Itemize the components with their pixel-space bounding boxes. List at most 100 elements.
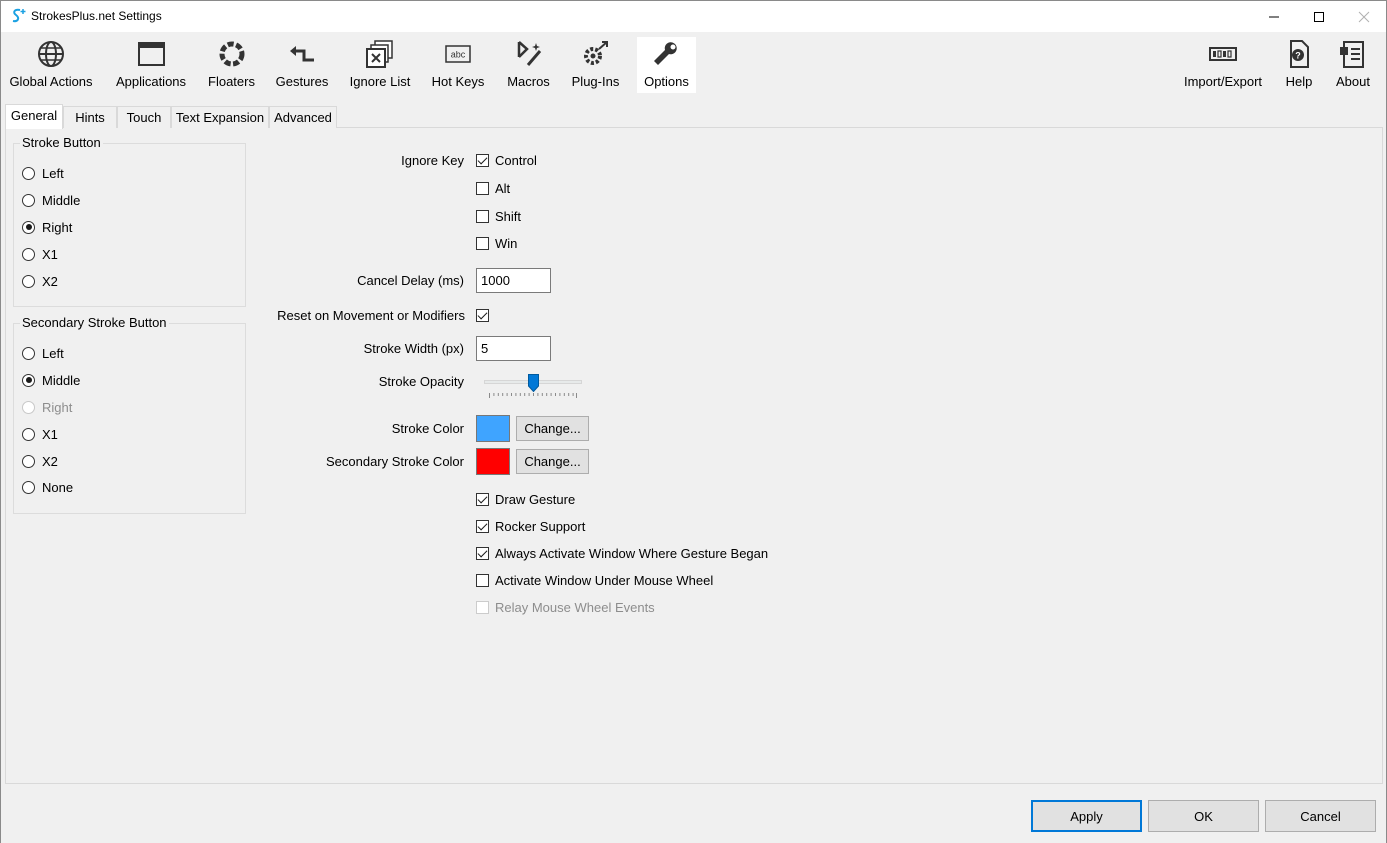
stroke-button-middle[interactable]: Middle (22, 192, 80, 208)
window-title: StrokesPlus.net Settings (31, 9, 162, 23)
main-toolbar: Global Actions Applications Floaters Ges… (1, 32, 1386, 96)
stroke-button-x2[interactable]: X2 (22, 273, 58, 289)
hotkeys-keyboard-icon: abc (445, 45, 471, 63)
secondary-button-x2[interactable]: X2 (22, 453, 58, 469)
radio-indicator (22, 373, 35, 387)
secondary-button-right: Right (22, 399, 72, 415)
rocker-support-checkbox[interactable]: Rocker Support (476, 518, 585, 534)
stroke-button-right[interactable]: Right (22, 219, 72, 235)
checkbox-indicator (476, 600, 489, 614)
ignore-key-control[interactable]: Control (476, 152, 537, 168)
minimize-icon (1269, 16, 1279, 17)
toolbar-label: Gestures (275, 74, 329, 89)
toolbar-label: Help (1285, 74, 1313, 89)
help-document-icon: ? (1290, 40, 1309, 68)
slider-thumb-icon[interactable] (528, 374, 539, 392)
radio-indicator (22, 400, 35, 414)
ignore-key-alt[interactable]: Alt (476, 180, 510, 196)
settings-window: StrokesPlus.net Settings Global Actions (0, 0, 1387, 843)
toolbar-hot-keys[interactable]: abc Hot Keys (428, 37, 488, 93)
toolbar-global-actions[interactable]: Global Actions (6, 37, 96, 93)
tab-general[interactable]: General (5, 104, 63, 129)
checkbox-label: Control (495, 152, 537, 168)
stroke-width-input[interactable] (476, 336, 551, 361)
tab-advanced[interactable]: Advanced (269, 106, 337, 128)
app-logo-icon (12, 8, 26, 23)
ignore-key-label: Ignore Key (401, 153, 464, 168)
toolbar-ignore-list[interactable]: Ignore List (345, 37, 415, 93)
tab-hints[interactable]: Hints (63, 106, 117, 128)
stroke-width-label: Stroke Width (px) (363, 341, 464, 356)
toolbar-label: Applications (115, 74, 187, 89)
ok-button[interactable]: OK (1148, 800, 1259, 832)
radio-label: Left (42, 345, 64, 361)
macro-wand-icon (517, 41, 541, 66)
toolbar-label: Import/Export (1183, 74, 1263, 89)
toolbar-import-export[interactable]: Import/Export (1179, 37, 1267, 93)
secondary-stroke-color-change-button[interactable]: Change... (516, 449, 589, 474)
checkbox-label: Relay Mouse Wheel Events (495, 599, 655, 615)
ignore-key-shift[interactable]: Shift (476, 208, 521, 224)
checkbox-label: Win (495, 235, 518, 251)
group-title: Secondary Stroke Button (20, 315, 169, 330)
apply-button[interactable]: Apply (1031, 800, 1142, 832)
checkbox-label: Activate Window Under Mouse Wheel (495, 572, 714, 588)
radio-indicator (22, 193, 35, 207)
stroke-button-left[interactable]: Left (22, 165, 64, 181)
maximize-button[interactable] (1296, 1, 1342, 32)
radio-indicator (22, 427, 35, 441)
radio-label: None (42, 479, 74, 495)
toolbar-plug-ins[interactable]: Plug-Ins (568, 37, 623, 93)
tab-touch[interactable]: Touch (117, 106, 171, 128)
tab-text-expansion[interactable]: Text Expansion (171, 106, 269, 128)
minimize-button[interactable] (1251, 1, 1297, 32)
secondary-button-left[interactable]: Left (22, 345, 64, 361)
radio-label: X2 (42, 273, 58, 289)
ignore-key-win[interactable]: Win (476, 235, 517, 251)
checkbox-indicator (476, 546, 489, 560)
checkbox-indicator (476, 181, 489, 195)
secondary-stroke-color-label: Secondary Stroke Color (325, 454, 464, 469)
secondary-button-x1[interactable]: X1 (22, 426, 58, 442)
toolbar-about[interactable]: About (1331, 37, 1375, 93)
always-activate-window-checkbox[interactable]: Always Activate Window Where Gesture Beg… (476, 545, 768, 561)
toolbar-help[interactable]: ? Help (1279, 37, 1319, 93)
close-button[interactable] (1341, 1, 1387, 32)
about-document-icon (1340, 41, 1364, 68)
radio-label: Right (42, 399, 73, 415)
radio-indicator (22, 220, 35, 234)
radio-label: X1 (42, 246, 58, 262)
radio-indicator (22, 166, 35, 180)
checkbox-indicator (476, 519, 489, 533)
reset-on-movement-label: Reset on Movement or Modifiers (277, 308, 465, 323)
slider-ticks (489, 393, 577, 398)
reset-on-movement-checkbox[interactable] (476, 307, 495, 323)
toolbar-floaters[interactable]: Floaters (204, 37, 259, 93)
toolbar-label: Macros (507, 74, 550, 89)
close-icon (1358, 11, 1370, 22)
stroke-color-change-button[interactable]: Change... (516, 416, 589, 441)
toolbar-applications[interactable]: Applications (111, 37, 191, 93)
checkbox-indicator (476, 209, 489, 223)
secondary-button-middle[interactable]: Middle (22, 372, 80, 388)
stroke-color-label: Stroke Color (391, 421, 464, 436)
toolbar-options[interactable]: Options (637, 37, 696, 93)
radio-label: Middle (42, 372, 81, 388)
toolbar-gestures[interactable]: Gestures (273, 37, 331, 93)
ignore-list-icon (366, 40, 393, 68)
title-bar: StrokesPlus.net Settings (1, 1, 1386, 32)
stroke-button-x1[interactable]: X1 (22, 246, 58, 262)
radio-indicator (22, 454, 35, 468)
checkbox-label: Shift (495, 208, 522, 224)
gesture-arrow-icon (290, 46, 314, 62)
checkbox-indicator (476, 236, 489, 250)
cancel-button[interactable]: Cancel (1265, 800, 1376, 832)
secondary-button-none[interactable]: None (22, 479, 73, 495)
floaters-icon (219, 41, 244, 67)
cancel-delay-input[interactable] (476, 268, 551, 293)
svg-text:abc: abc (451, 50, 466, 60)
toolbar-macros[interactable]: Macros (502, 37, 555, 93)
application-window-icon (138, 42, 165, 66)
activate-window-under-wheel-checkbox[interactable]: Activate Window Under Mouse Wheel (476, 572, 713, 588)
draw-gesture-checkbox[interactable]: Draw Gesture (476, 491, 575, 507)
